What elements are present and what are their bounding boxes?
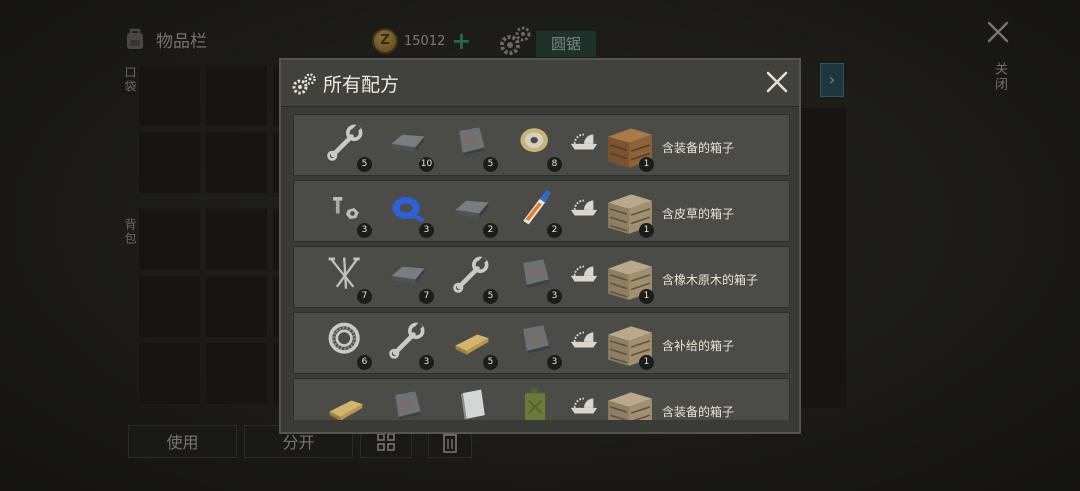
quantity-badge: 3 — [547, 355, 562, 370]
recipe-list[interactable]: 5 10 5 8 1 含装备的箱子 3 3 2 2 1 含皮草的箱子 7 7 5 3 1 含橡木原木的箱子 6 3 5 3… — [293, 114, 790, 420]
ingredient-slot: 6 — [324, 318, 372, 370]
workbench-tool — [569, 396, 599, 420]
ingredient-slot — [324, 384, 372, 420]
result-name: 含装备的箱子 — [662, 141, 735, 155]
close-icon[interactable] — [765, 70, 789, 94]
quantity-badge: 7 — [357, 289, 372, 304]
plank-crate-icon — [608, 392, 652, 420]
metal-plate-icon — [395, 391, 422, 420]
result-name: 含补给的箱子 — [662, 339, 735, 353]
workbench-tool — [569, 330, 599, 354]
quantity-badge: 8 — [547, 157, 562, 172]
ingredient-slot: 3 — [386, 186, 434, 238]
wood-plank-icon — [329, 400, 363, 420]
result-slot: 1 — [604, 318, 654, 370]
ingredient-slot: 10 — [386, 120, 434, 172]
ingredient-slot: 3 — [386, 318, 434, 370]
circular-saw-icon — [570, 265, 598, 282]
ingredient-slot — [450, 384, 498, 420]
quantity-badge: 5 — [483, 289, 498, 304]
result-slot: 1 — [604, 252, 654, 304]
quantity-badge: 1 — [639, 289, 654, 304]
ingredient-slot — [386, 384, 434, 420]
result-slot: 1 — [604, 120, 654, 172]
recipes-modal: 所有配方 5 10 5 8 1 含装备的箱子 3 3 2 2 1 含皮草的箱子 7 7 5 3 1 含橡木原木的箱… — [279, 58, 801, 434]
quantity-badge: 5 — [357, 157, 372, 172]
circular-saw-icon — [570, 331, 598, 348]
ingredient-slot: 7 — [324, 252, 372, 304]
quantity-badge: 3 — [419, 355, 434, 370]
workbench-tool — [569, 198, 599, 222]
quantity-badge: 3 — [419, 223, 434, 238]
circular-saw-icon — [570, 133, 598, 150]
ingredient-slot — [514, 384, 562, 420]
ingredient-slot: 7 — [386, 252, 434, 304]
circular-saw-icon — [570, 397, 598, 414]
circular-saw-icon — [570, 199, 598, 216]
ingredient-slot: 3 — [324, 186, 372, 238]
quantity-badge: 5 — [483, 355, 498, 370]
ingredient-slot: 2 — [450, 186, 498, 238]
jerrycan-icon — [525, 387, 546, 420]
result-name: 含橡木原木的箱子 — [662, 273, 759, 287]
quantity-badge: 3 — [547, 289, 562, 304]
quantity-badge: 1 — [639, 157, 654, 172]
recipe-row[interactable]: 6 3 5 3 1 含补给的箱子 — [293, 312, 790, 374]
ingredient-slot: 5 — [450, 252, 498, 304]
ingredient-slot: 5 — [450, 318, 498, 370]
workbench-tool — [569, 132, 599, 156]
recipe-row[interactable]: 含装备的箱子 — [293, 378, 790, 420]
result-slot: 1 — [604, 186, 654, 238]
recipe-row[interactable]: 5 10 5 8 1 含装备的箱子 — [293, 114, 790, 176]
result-name: 含装备的箱子 — [662, 405, 735, 419]
gears-icon — [292, 73, 316, 95]
quantity-badge: 7 — [419, 289, 434, 304]
modal-header: 所有配方 — [281, 60, 799, 107]
quantity-badge: 10 — [419, 157, 434, 172]
recipe-row[interactable]: 7 7 5 3 1 含橡木原木的箱子 — [293, 246, 790, 308]
modal-title: 所有配方 — [323, 74, 400, 96]
recipe-row[interactable]: 3 3 2 2 1 含皮草的箱子 — [293, 180, 790, 242]
ingredient-slot: 8 — [514, 120, 562, 172]
quantity-badge: 1 — [639, 355, 654, 370]
aluminum-sheet-icon — [461, 389, 485, 420]
quantity-badge: 6 — [357, 355, 372, 370]
ingredient-slot: 5 — [324, 120, 372, 172]
result-name: 含皮草的箱子 — [662, 207, 735, 221]
ingredient-slot: 5 — [450, 120, 498, 172]
quantity-badge: 5 — [483, 157, 498, 172]
quantity-badge: 3 — [357, 223, 372, 238]
ingredient-slot: 3 — [514, 318, 562, 370]
quantity-badge: 2 — [483, 223, 498, 238]
ingredient-slot: 2 — [514, 186, 562, 238]
workbench-tool — [569, 264, 599, 288]
ingredient-slot: 3 — [514, 252, 562, 304]
quantity-badge: 2 — [547, 223, 562, 238]
result-slot — [604, 384, 654, 420]
quantity-badge: 1 — [639, 223, 654, 238]
